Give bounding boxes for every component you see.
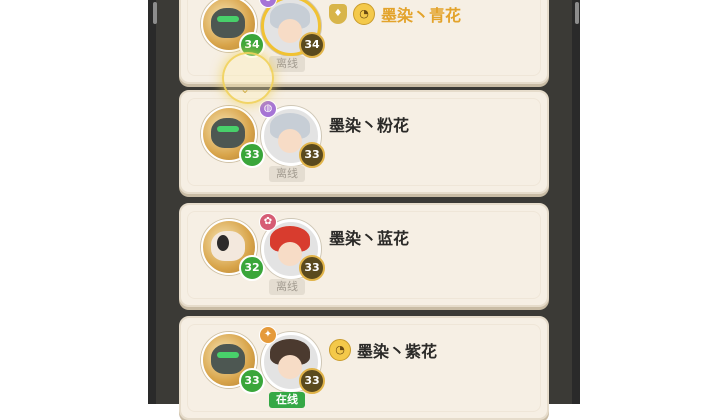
element-icon: ◍ bbox=[259, 100, 277, 118]
friend-card[interactable]: 32 ✿ 33 离线 墨染丶蓝花 bbox=[179, 203, 549, 307]
character-level-badge: 33 bbox=[299, 368, 325, 394]
chevron-down-icon: ⌄ bbox=[240, 82, 251, 96]
element-icon: ✿ bbox=[259, 213, 277, 231]
frame-edge-right bbox=[575, 2, 579, 24]
status-badge: 离线 bbox=[269, 56, 305, 72]
shield-badge-icon: ♦ bbox=[329, 4, 347, 24]
smile-emoji-icon: ◔ bbox=[353, 3, 375, 25]
character-level-badge: 33 bbox=[299, 255, 325, 281]
cat-pet-icon bbox=[211, 231, 245, 261]
element-icon: ✦ bbox=[259, 326, 277, 344]
name-row: ◔ 墨染丶紫花 bbox=[329, 338, 437, 362]
pet-level-badge: 32 bbox=[239, 255, 265, 281]
pet-level-badge: 33 bbox=[239, 368, 265, 394]
character-level-badge: 34 bbox=[299, 32, 325, 58]
name-row: 墨染丶蓝花 bbox=[329, 225, 409, 249]
touch-indicator: ⌄ bbox=[222, 52, 274, 104]
status-badge: 离线 bbox=[269, 279, 305, 295]
friend-name: 墨染丶紫花 bbox=[357, 342, 438, 361]
status-badge: 离线 bbox=[269, 166, 305, 182]
friend-name: 墨染丶青花 bbox=[381, 6, 462, 25]
smile-emoji-icon: ◔ bbox=[329, 339, 351, 361]
character-level-badge: 33 bbox=[299, 142, 325, 168]
face-shape bbox=[278, 242, 302, 266]
friend-card[interactable]: 33 ✦ 33 在线 ◔ 墨染丶紫花 bbox=[179, 316, 549, 420]
face-shape bbox=[278, 355, 302, 379]
friend-name: 墨染丶粉花 bbox=[329, 116, 410, 135]
pet-level-badge: 33 bbox=[239, 142, 265, 168]
name-row: 墨染丶粉花 bbox=[329, 112, 409, 136]
name-row: ♦ ◔ 墨染丶青花 bbox=[329, 2, 461, 26]
dragon-pet-icon bbox=[211, 8, 245, 38]
face-shape bbox=[278, 19, 302, 43]
status-badge: 在线 bbox=[269, 392, 305, 408]
friend-card[interactable]: 33 ◍ 33 离线 墨染丶粉花 bbox=[179, 90, 549, 194]
dragon-pet-icon bbox=[211, 344, 245, 374]
dragon-pet-icon bbox=[211, 118, 245, 148]
face-shape bbox=[278, 129, 302, 153]
frame-edge-left bbox=[153, 2, 157, 24]
friend-name: 墨染丶蓝花 bbox=[329, 229, 410, 248]
